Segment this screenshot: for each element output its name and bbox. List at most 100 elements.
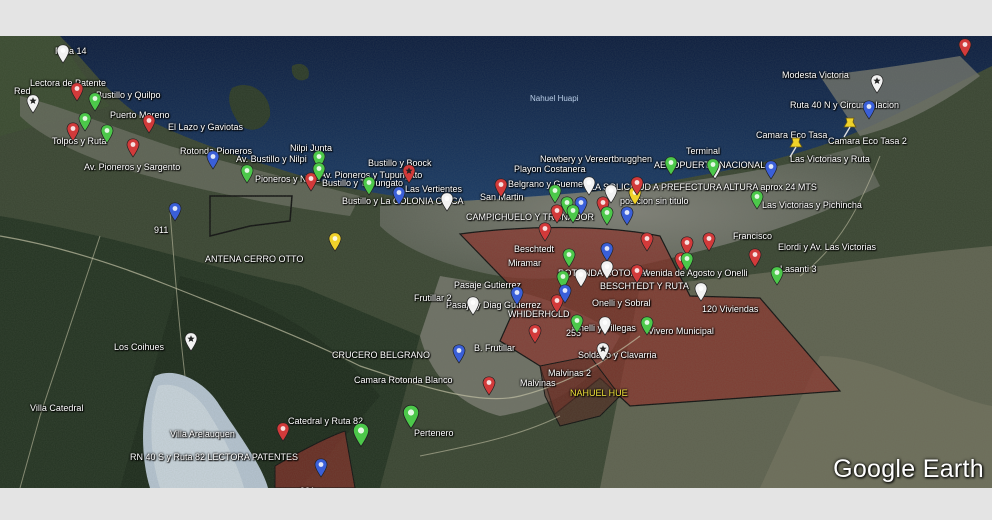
place-label: B. Frutillar: [474, 343, 516, 353]
google-earth-logo: Google Earth: [833, 455, 984, 483]
place-label: El Lazo y Gaviotas: [168, 122, 244, 132]
satellite-map[interactable]: Lectora de Patente Red Bustillo y Quilpo Pu…: [0, 36, 992, 488]
blue-map-pin-icon[interactable]: [600, 242, 614, 262]
red-map-pin-icon[interactable]: [494, 178, 508, 198]
place-label: Newbery y Vereertbrugghen: [540, 154, 653, 164]
place-label: Malvinas 2: [548, 368, 592, 378]
white-map-pin-icon[interactable]: [184, 332, 198, 352]
red-map-pin-icon[interactable]: [126, 138, 140, 158]
blue-map-pin-icon[interactable]: [620, 206, 634, 226]
white-map-pin-icon[interactable]: [26, 94, 40, 114]
place-label: Onelli y Sobral: [592, 298, 651, 308]
place-label: Av. Bustillo y Nilpi: [236, 154, 307, 164]
white-map-pin-icon[interactable]: [604, 184, 618, 204]
green-map-pin-icon[interactable]: [640, 316, 654, 336]
place-label: Malvinas: [520, 378, 556, 388]
place-label: Camara Rotonda Blanco: [354, 375, 453, 385]
red-map-pin-icon[interactable]: [70, 82, 84, 102]
place-label: CRUCERO BELGRANO: [332, 350, 431, 360]
blue-map-pin-icon[interactable]: [764, 160, 778, 180]
green-map-pin-icon[interactable]: [566, 204, 580, 224]
place-label: Modesta Victoria: [782, 70, 849, 80]
place-label: LA SOLICITUD A PREFECTURA ALTURA aprox 2…: [590, 182, 817, 192]
green-map-pin-icon[interactable]: [770, 266, 784, 286]
green-map-pin-icon[interactable]: [664, 156, 678, 176]
green-map-pin-icon[interactable]: [312, 162, 326, 182]
place-label: Francisco: [733, 231, 773, 241]
yellow-pushpin-icon[interactable]: [786, 136, 806, 158]
white-map-pin-icon[interactable]: [694, 282, 708, 302]
place-label: Av. Pioneros y Sargento: [84, 162, 181, 172]
green-map-pin-icon[interactable]: [706, 158, 720, 178]
red-map-pin-icon[interactable]: [482, 376, 496, 396]
blue-map-pin-icon[interactable]: [558, 284, 572, 304]
white-map-pin-icon[interactable]: [870, 74, 884, 94]
red-map-pin-icon[interactable]: [748, 248, 762, 268]
place-label: Lectora de Patente: [30, 78, 107, 88]
place-label: Bustillo y Boock: [368, 158, 432, 168]
place-label: Frutillar 2: [414, 293, 452, 303]
white-map-pin-icon[interactable]: [582, 176, 596, 196]
place-label: Bustillo y Quilpo: [96, 90, 161, 100]
place-label: Soldado y Clavarria: [578, 350, 657, 360]
place-label: NAHUEL HUE: [570, 388, 628, 398]
place-label: BESCHTEDT Y RUTA: [600, 281, 689, 291]
red-map-pin-icon[interactable]: [528, 324, 542, 344]
yellow-pushpin-icon[interactable]: [840, 116, 860, 138]
place-label: Miramar: [508, 258, 541, 268]
red-map-pin-icon[interactable]: [402, 164, 416, 184]
red-map-pin-icon[interactable]: [702, 232, 716, 252]
place-label: Villa Catedral: [30, 403, 84, 413]
red-map-pin-icon[interactable]: [550, 204, 564, 224]
red-map-pin-icon[interactable]: [640, 232, 654, 252]
blue-map-pin-icon[interactable]: [862, 100, 876, 120]
green-map-pin-icon[interactable]: [600, 206, 614, 226]
green-map-pin-icon[interactable]: [240, 164, 254, 184]
white-map-pin-icon[interactable]: [574, 268, 588, 288]
white-map-pin-icon[interactable]: [596, 342, 610, 362]
red-map-pin-icon[interactable]: [630, 264, 644, 284]
green-map-pin-icon[interactable]: [88, 92, 102, 112]
blue-map-pin-icon[interactable]: [168, 202, 182, 222]
white-map-pin-icon[interactable]: [466, 296, 480, 316]
green-map-pin-icon[interactable]: [570, 314, 584, 334]
green-map-pin-icon[interactable]: [562, 248, 576, 268]
place-label: Vivero Municipal: [648, 326, 714, 336]
blue-map-pin-icon[interactable]: [510, 286, 524, 306]
green-map-pin-icon[interactable]: [402, 404, 420, 430]
red-map-pin-icon[interactable]: [66, 122, 80, 142]
place-label: Puerto Moreno: [110, 110, 170, 120]
white-map-pin-icon[interactable]: [598, 316, 612, 336]
green-map-pin-icon[interactable]: [100, 124, 114, 144]
place-label: Elordi y Av. Las Victorias: [778, 242, 877, 252]
place-label: RN 40 S y Ruta 82 LECTORA PATENTES: [130, 452, 299, 462]
green-map-pin-icon[interactable]: [680, 252, 694, 272]
yellow-map-pin-icon[interactable]: [328, 232, 342, 252]
green-map-pin-icon[interactable]: [750, 190, 764, 210]
blue-map-pin-icon[interactable]: [452, 344, 466, 364]
white-map-pin-icon[interactable]: [56, 44, 70, 64]
place-label: Ruta 40 N y Circunvalacion: [790, 100, 900, 110]
blue-map-pin-icon[interactable]: [392, 186, 406, 206]
red-map-pin-icon[interactable]: [142, 114, 156, 134]
blue-map-pin-icon[interactable]: [314, 458, 328, 478]
place-label: Las Victorias y Pichincha: [762, 200, 862, 210]
green-map-pin-icon[interactable]: [362, 176, 376, 196]
red-map-pin-icon[interactable]: [538, 222, 552, 242]
lake-label: Nahuel Huapi: [530, 94, 579, 103]
red-map-pin-icon[interactable]: [958, 38, 972, 58]
place-label: Terminal: [686, 146, 721, 156]
place-label: Playon Costanera: [514, 164, 586, 174]
white-map-pin-icon[interactable]: [600, 260, 614, 280]
green-map-pin-icon[interactable]: [78, 112, 92, 132]
blue-map-pin-icon[interactable]: [206, 150, 220, 170]
place-label: Villa Arelauquen: [170, 429, 235, 439]
place-label: Lasanti 3: [780, 264, 817, 274]
place-label: Los Coihues: [114, 342, 165, 352]
white-map-pin-icon[interactable]: [440, 192, 454, 212]
red-map-pin-icon[interactable]: [630, 176, 644, 196]
red-map-pin-icon[interactable]: [276, 422, 290, 442]
green-map-pin-icon[interactable]: [352, 422, 370, 448]
place-label: Beschtedt: [514, 244, 555, 254]
place-label: 931: [300, 486, 315, 488]
